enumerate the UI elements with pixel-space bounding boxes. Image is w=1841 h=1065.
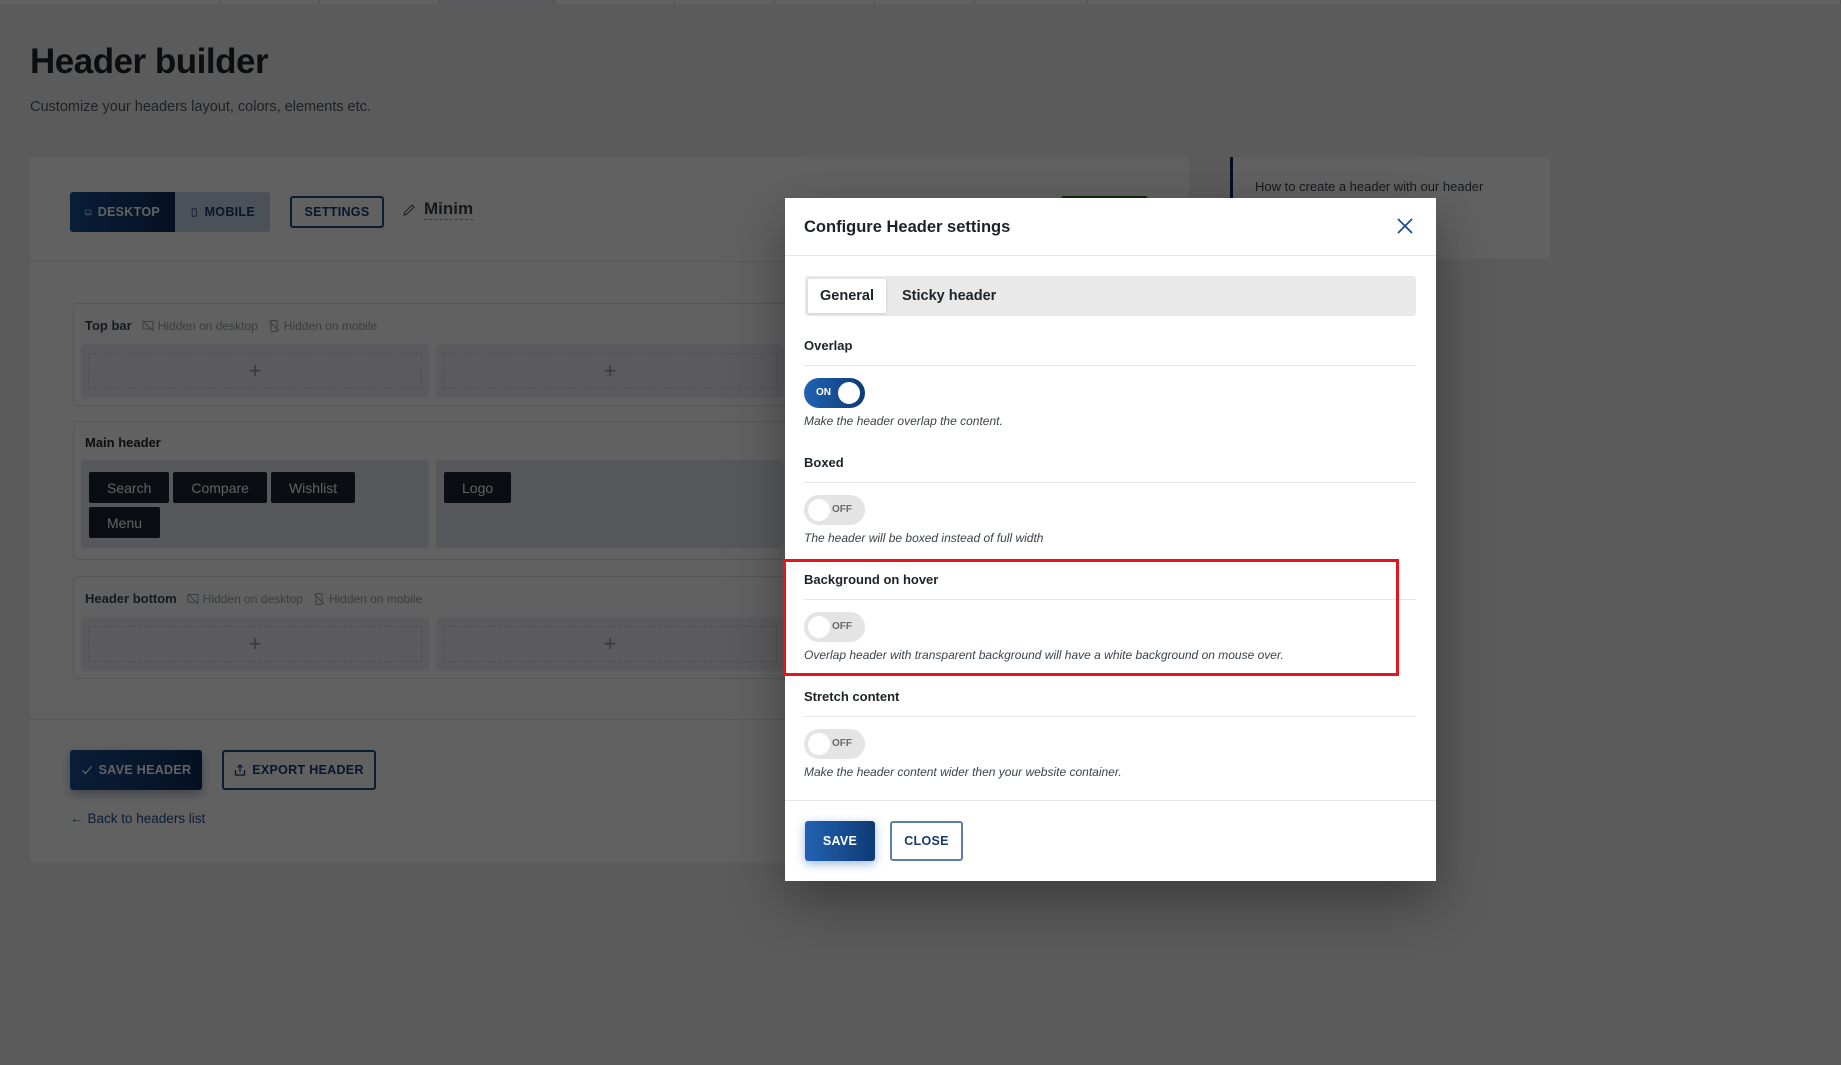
setting-label: Boxed — [804, 453, 1416, 483]
modal-save-button[interactable]: SAVE — [805, 821, 875, 861]
setting-label: Background on hover — [804, 570, 1416, 600]
toggle-knob — [838, 382, 860, 404]
setting-label: Stretch content — [804, 687, 1416, 717]
toggle-knob — [808, 499, 830, 521]
setting-label: Overlap — [804, 336, 1416, 366]
stretch-content-toggle[interactable]: OFF — [804, 729, 865, 759]
modal-tabs: General Sticky header — [805, 276, 1416, 316]
setting-description: Make the header content wider then your … — [804, 765, 1122, 779]
modal-close-text-button[interactable]: CLOSE — [890, 821, 963, 861]
toggle-state: OFF — [832, 504, 852, 515]
toggle-knob — [808, 733, 830, 755]
toggle-state: ON — [816, 387, 831, 398]
close-icon — [1397, 218, 1413, 234]
setting-description: Make the header overlap the content. — [804, 414, 1003, 428]
modal-footer-divider — [785, 800, 1436, 801]
modal-close-button[interactable] — [1394, 215, 1416, 237]
toggle-knob — [808, 616, 830, 638]
setting-overlap: Overlap ON Make the header overlap the c… — [804, 336, 1416, 428]
tab-sticky-header[interactable]: Sticky header — [890, 279, 1008, 313]
setting-stretch-content: Stretch content OFF Make the header cont… — [804, 687, 1416, 779]
setting-boxed: Boxed OFF The header will be boxed inste… — [804, 453, 1416, 545]
setting-background-on-hover: Background on hover OFF Overlap header w… — [804, 570, 1416, 662]
overlap-toggle[interactable]: ON — [804, 378, 865, 408]
modal-header: Configure Header settings — [785, 198, 1436, 256]
configure-header-settings-modal: Configure Header settings General Sticky… — [785, 198, 1436, 881]
setting-description: The header will be boxed instead of full… — [804, 531, 1044, 545]
toggle-state: OFF — [832, 621, 852, 632]
setting-description: Overlap header with transparent backgrou… — [804, 648, 1284, 662]
toggle-state: OFF — [832, 738, 852, 749]
background-on-hover-toggle[interactable]: OFF — [804, 612, 865, 642]
boxed-toggle[interactable]: OFF — [804, 495, 865, 525]
modal-title: Configure Header settings — [804, 218, 1011, 236]
tab-general[interactable]: General — [808, 279, 886, 313]
